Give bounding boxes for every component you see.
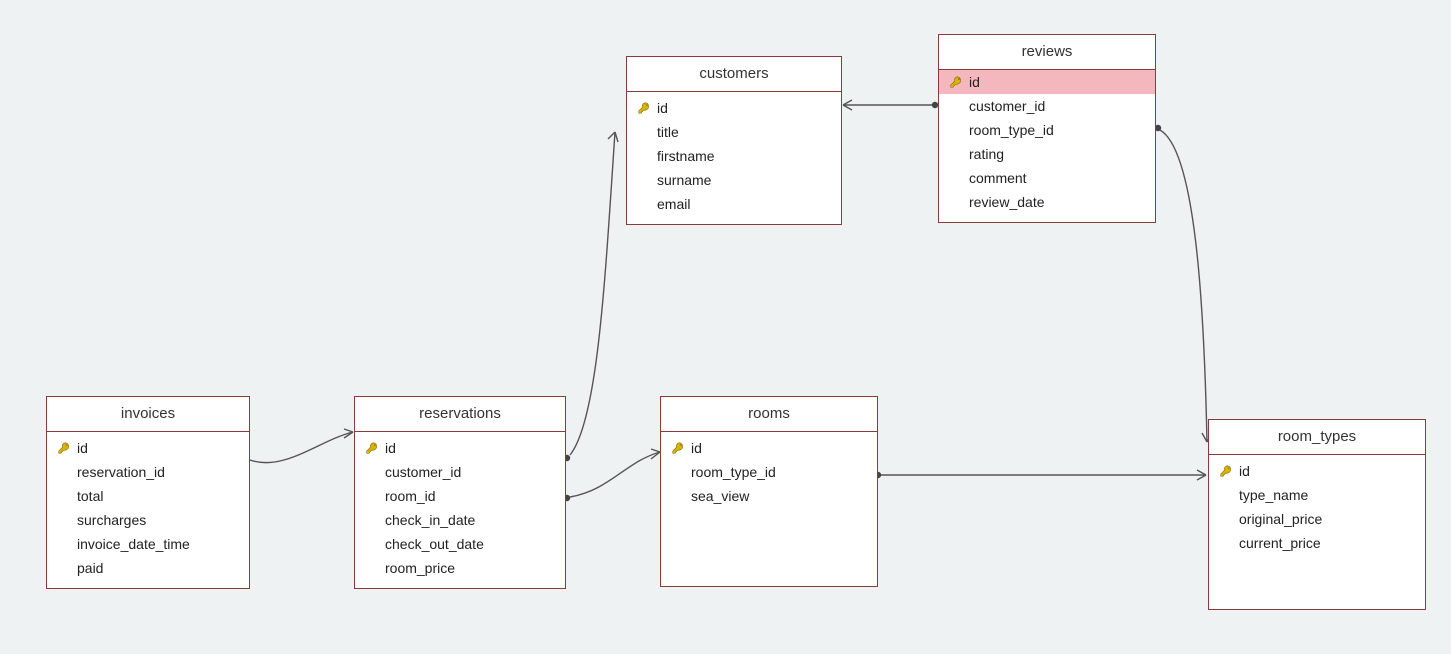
field-label: rating: [967, 145, 1145, 163]
field-label: email: [655, 195, 831, 213]
field-label: total: [75, 487, 239, 505]
table-row[interactable]: id: [1209, 459, 1425, 483]
primary-key-icon: [667, 441, 689, 455]
entity-title: rooms: [661, 397, 877, 432]
entity-body: id customer_id room_type_id rating comme…: [939, 70, 1155, 222]
table-row[interactable]: firstname: [627, 144, 841, 168]
field-label: title: [655, 123, 831, 141]
field-label: invoice_date_time: [75, 535, 239, 553]
entity-body: id type_name original_price current_pric…: [1209, 455, 1425, 563]
field-label: original_price: [1237, 510, 1415, 528]
entity-title: customers: [627, 57, 841, 92]
table-row[interactable]: title: [627, 120, 841, 144]
table-row[interactable]: id: [661, 436, 877, 460]
table-row[interactable]: email: [627, 192, 841, 216]
entity-body: id customer_id room_id check_in_date che…: [355, 432, 565, 588]
field-label: current_price: [1237, 534, 1415, 552]
primary-key-icon: [1215, 464, 1237, 478]
field-label: firstname: [655, 147, 831, 165]
primary-key-icon: [361, 441, 383, 455]
entity-title: reviews: [939, 35, 1155, 70]
field-label: comment: [967, 169, 1145, 187]
field-label: id: [967, 73, 1145, 91]
primary-key-icon: [53, 441, 75, 455]
field-label: review_date: [967, 193, 1145, 211]
entity-title: reservations: [355, 397, 565, 432]
field-label: room_price: [383, 559, 555, 577]
field-label: check_out_date: [383, 535, 555, 553]
table-row[interactable]: customer_id: [355, 460, 565, 484]
table-row[interactable]: check_in_date: [355, 508, 565, 532]
table-row[interactable]: invoice_date_time: [47, 532, 249, 556]
entity-room-types[interactable]: room_types id type_name original_price c…: [1208, 419, 1426, 610]
table-row[interactable]: room_id: [355, 484, 565, 508]
table-row[interactable]: customer_id: [939, 94, 1155, 118]
field-label: paid: [75, 559, 239, 577]
table-row[interactable]: room_type_id: [661, 460, 877, 484]
field-label: id: [75, 439, 239, 457]
primary-key-icon: [945, 75, 967, 89]
entity-body: id reservation_id total surcharges invoi…: [47, 432, 249, 588]
field-label: type_name: [1237, 486, 1415, 504]
table-row[interactable]: paid: [47, 556, 249, 580]
table-row[interactable]: total: [47, 484, 249, 508]
table-row[interactable]: id: [355, 436, 565, 460]
field-label: id: [1237, 462, 1415, 480]
table-row[interactable]: id: [627, 96, 841, 120]
entity-reviews[interactable]: reviews id customer_id room_type_id rati…: [938, 34, 1156, 223]
entity-reservations[interactable]: reservations id customer_id room_id chec…: [354, 396, 566, 589]
table-row[interactable]: room_type_id: [939, 118, 1155, 142]
table-row[interactable]: review_date: [939, 190, 1155, 214]
table-row[interactable]: rating: [939, 142, 1155, 166]
primary-key-icon: [633, 101, 655, 115]
table-row[interactable]: id: [47, 436, 249, 460]
entity-title: invoices: [47, 397, 249, 432]
entity-title: room_types: [1209, 420, 1425, 455]
field-label: id: [689, 439, 867, 457]
entity-rooms[interactable]: rooms id room_type_id sea_view: [660, 396, 878, 587]
entity-body: id title firstname surname email: [627, 92, 841, 224]
table-row[interactable]: check_out_date: [355, 532, 565, 556]
field-label: customer_id: [383, 463, 555, 481]
field-label: customer_id: [967, 97, 1145, 115]
field-label: id: [655, 99, 831, 117]
field-label: surcharges: [75, 511, 239, 529]
table-row[interactable]: original_price: [1209, 507, 1425, 531]
table-row[interactable]: room_price: [355, 556, 565, 580]
entity-customers[interactable]: customers id title firstname surname ema…: [626, 56, 842, 225]
table-row[interactable]: sea_view: [661, 484, 877, 508]
table-row[interactable]: surcharges: [47, 508, 249, 532]
table-row[interactable]: type_name: [1209, 483, 1425, 507]
entity-invoices[interactable]: invoices id reservation_id total surchar…: [46, 396, 250, 589]
field-label: room_type_id: [689, 463, 867, 481]
table-row[interactable]: id: [939, 70, 1155, 94]
field-label: surname: [655, 171, 831, 189]
field-label: check_in_date: [383, 511, 555, 529]
field-label: id: [383, 439, 555, 457]
table-row[interactable]: current_price: [1209, 531, 1425, 555]
field-label: room_id: [383, 487, 555, 505]
field-label: room_type_id: [967, 121, 1145, 139]
entity-body: id room_type_id sea_view: [661, 432, 877, 516]
table-row[interactable]: reservation_id: [47, 460, 249, 484]
field-label: sea_view: [689, 487, 867, 505]
table-row[interactable]: comment: [939, 166, 1155, 190]
field-label: reservation_id: [75, 463, 239, 481]
table-row[interactable]: surname: [627, 168, 841, 192]
